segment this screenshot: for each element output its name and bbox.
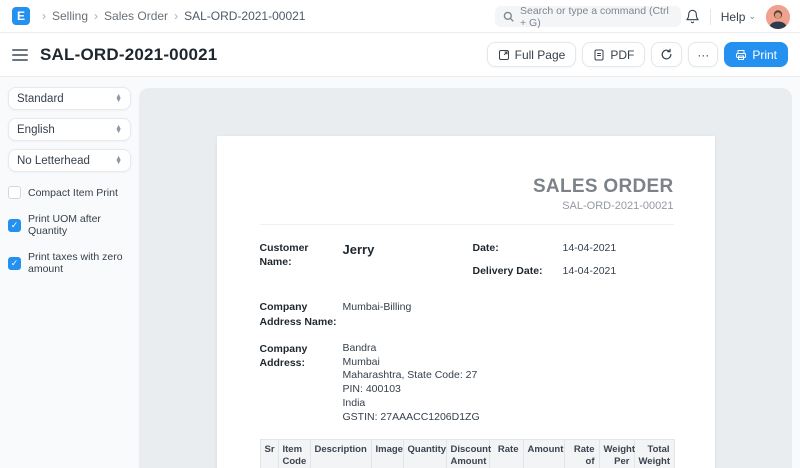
- chevron-right-icon: ›: [42, 9, 46, 23]
- page-toolbar: SAL-ORD-2021-00021 Full Page PDF ··· Pri…: [0, 33, 800, 77]
- print-preview-page: SALES ORDER SAL-ORD-2021-00021 Customer …: [217, 136, 715, 468]
- delivery-date-label: Delivery Date:: [473, 264, 563, 278]
- print-format-value: Standard: [17, 93, 64, 105]
- date-value: 14-04-2021: [563, 241, 617, 255]
- top-navbar: E › Selling › Sales Order › SAL-ORD-2021…: [0, 0, 800, 33]
- col-item-code: Item Code: [278, 439, 310, 468]
- chevron-right-icon: ›: [174, 9, 178, 23]
- divider: [260, 224, 674, 225]
- print-taxes-label: Print taxes with zero amount: [28, 251, 131, 275]
- checkbox-checked-icon[interactable]: [8, 257, 21, 270]
- print-button[interactable]: Print: [724, 42, 788, 67]
- search-placeholder: Search or type a command (Ctrl + G): [520, 5, 673, 29]
- print-uom-label: Print UOM after Quantity: [28, 213, 131, 237]
- document-title: SALES ORDER: [260, 176, 674, 198]
- refresh-button[interactable]: [651, 42, 682, 67]
- print-uom-checkbox[interactable]: Print UOM after Quantity: [8, 213, 131, 237]
- items-table: Sr Item Code Description Image Quantity …: [260, 439, 675, 468]
- address-line: PIN: 400103: [343, 383, 480, 397]
- breadcrumb-current-doc[interactable]: SAL-ORD-2021-00021: [184, 9, 305, 23]
- print-format-select[interactable]: Standard ▲▼: [8, 87, 131, 110]
- print-preview-area: SALES ORDER SAL-ORD-2021-00021 Customer …: [139, 88, 792, 468]
- table-header-row: Sr Item Code Description Image Quantity …: [260, 439, 674, 468]
- print-label: Print: [752, 48, 777, 62]
- breadcrumb-sales-order[interactable]: Sales Order: [104, 9, 168, 23]
- pdf-label: PDF: [610, 48, 634, 62]
- delivery-date-value: 14-04-2021: [563, 264, 617, 278]
- menu-icon[interactable]: [12, 49, 28, 61]
- bell-icon[interactable]: [685, 9, 700, 24]
- col-image: Image: [371, 439, 403, 468]
- document-subtitle: SAL-ORD-2021-00021: [260, 200, 674, 212]
- print-taxes-checkbox[interactable]: Print taxes with zero amount: [8, 251, 131, 275]
- help-menu[interactable]: Help ⌄: [721, 10, 756, 24]
- company-address-value: Bandra Mumbai Maharashtra, State Code: 2…: [343, 342, 480, 425]
- chevron-down-icon: ⌄: [748, 11, 756, 22]
- address-line: Mumbai: [343, 356, 480, 370]
- refresh-icon: [660, 48, 673, 61]
- language-select[interactable]: English ▲▼: [8, 118, 131, 141]
- divider: [710, 9, 711, 25]
- search-input[interactable]: Search or type a command (Ctrl + G): [495, 6, 681, 27]
- address-line: Maharashtra, State Code: 27: [343, 369, 480, 383]
- col-sr: Sr: [260, 439, 278, 468]
- full-page-button[interactable]: Full Page: [487, 42, 577, 67]
- address-line: Bandra: [343, 342, 480, 356]
- search-icon: [503, 11, 514, 22]
- ellipsis-icon: ···: [697, 48, 709, 62]
- print-settings-sidebar: Standard ▲▼ English ▲▼ No Letterhead ▲▼ …: [0, 77, 139, 449]
- more-options-button[interactable]: ···: [688, 42, 718, 67]
- company-address-name-value: Mumbai-Billing: [343, 300, 412, 328]
- file-icon: [593, 49, 605, 61]
- compact-item-print-checkbox[interactable]: Compact Item Print: [8, 186, 131, 199]
- language-value: English: [17, 124, 55, 136]
- letterhead-value: No Letterhead: [17, 155, 90, 167]
- col-rate-of-stock-uom: Rate of Stock UOM: [564, 439, 599, 468]
- breadcrumb: › Selling › Sales Order › SAL-ORD-2021-0…: [40, 9, 309, 23]
- address-line: GSTIN: 27AAACC1206D1ZG: [343, 411, 480, 425]
- col-rate: Rate: [489, 439, 523, 468]
- select-arrows-icon: ▲▼: [115, 95, 122, 103]
- expand-icon: [498, 49, 510, 61]
- address-line: India: [343, 397, 480, 411]
- checkbox-unchecked-icon[interactable]: [8, 186, 21, 199]
- compact-item-print-label: Compact Item Print: [28, 187, 118, 199]
- col-discount-amount: Discount Amount: [446, 439, 489, 468]
- customer-name-label: Customer Name:: [260, 241, 343, 287]
- avatar[interactable]: [766, 5, 790, 29]
- app-logo-icon[interactable]: E: [12, 7, 30, 25]
- pdf-button[interactable]: PDF: [582, 42, 645, 67]
- letterhead-select[interactable]: No Letterhead ▲▼: [8, 149, 131, 172]
- company-address-name-label: Company Address Name:: [260, 300, 343, 328]
- date-label: Date:: [473, 241, 563, 255]
- customer-name-value: Jerry: [343, 241, 375, 287]
- col-total-weight: Total Weight: [634, 439, 674, 468]
- col-amount: Amount: [523, 439, 564, 468]
- select-arrows-icon: ▲▼: [115, 157, 122, 165]
- chevron-right-icon: ›: [94, 9, 98, 23]
- col-weight-per-unit: Weight Per Unit: [599, 439, 634, 468]
- help-label: Help: [721, 10, 746, 24]
- breadcrumb-selling[interactable]: Selling: [52, 9, 88, 23]
- company-address-label: Company Address:: [260, 342, 343, 425]
- col-description: Description: [310, 439, 371, 468]
- printer-icon: [735, 49, 747, 61]
- col-quantity: Quantity: [403, 439, 446, 468]
- full-page-label: Full Page: [515, 48, 566, 62]
- checkbox-checked-icon[interactable]: [8, 219, 21, 232]
- select-arrows-icon: ▲▼: [115, 126, 122, 134]
- page-title: SAL-ORD-2021-00021: [40, 45, 217, 65]
